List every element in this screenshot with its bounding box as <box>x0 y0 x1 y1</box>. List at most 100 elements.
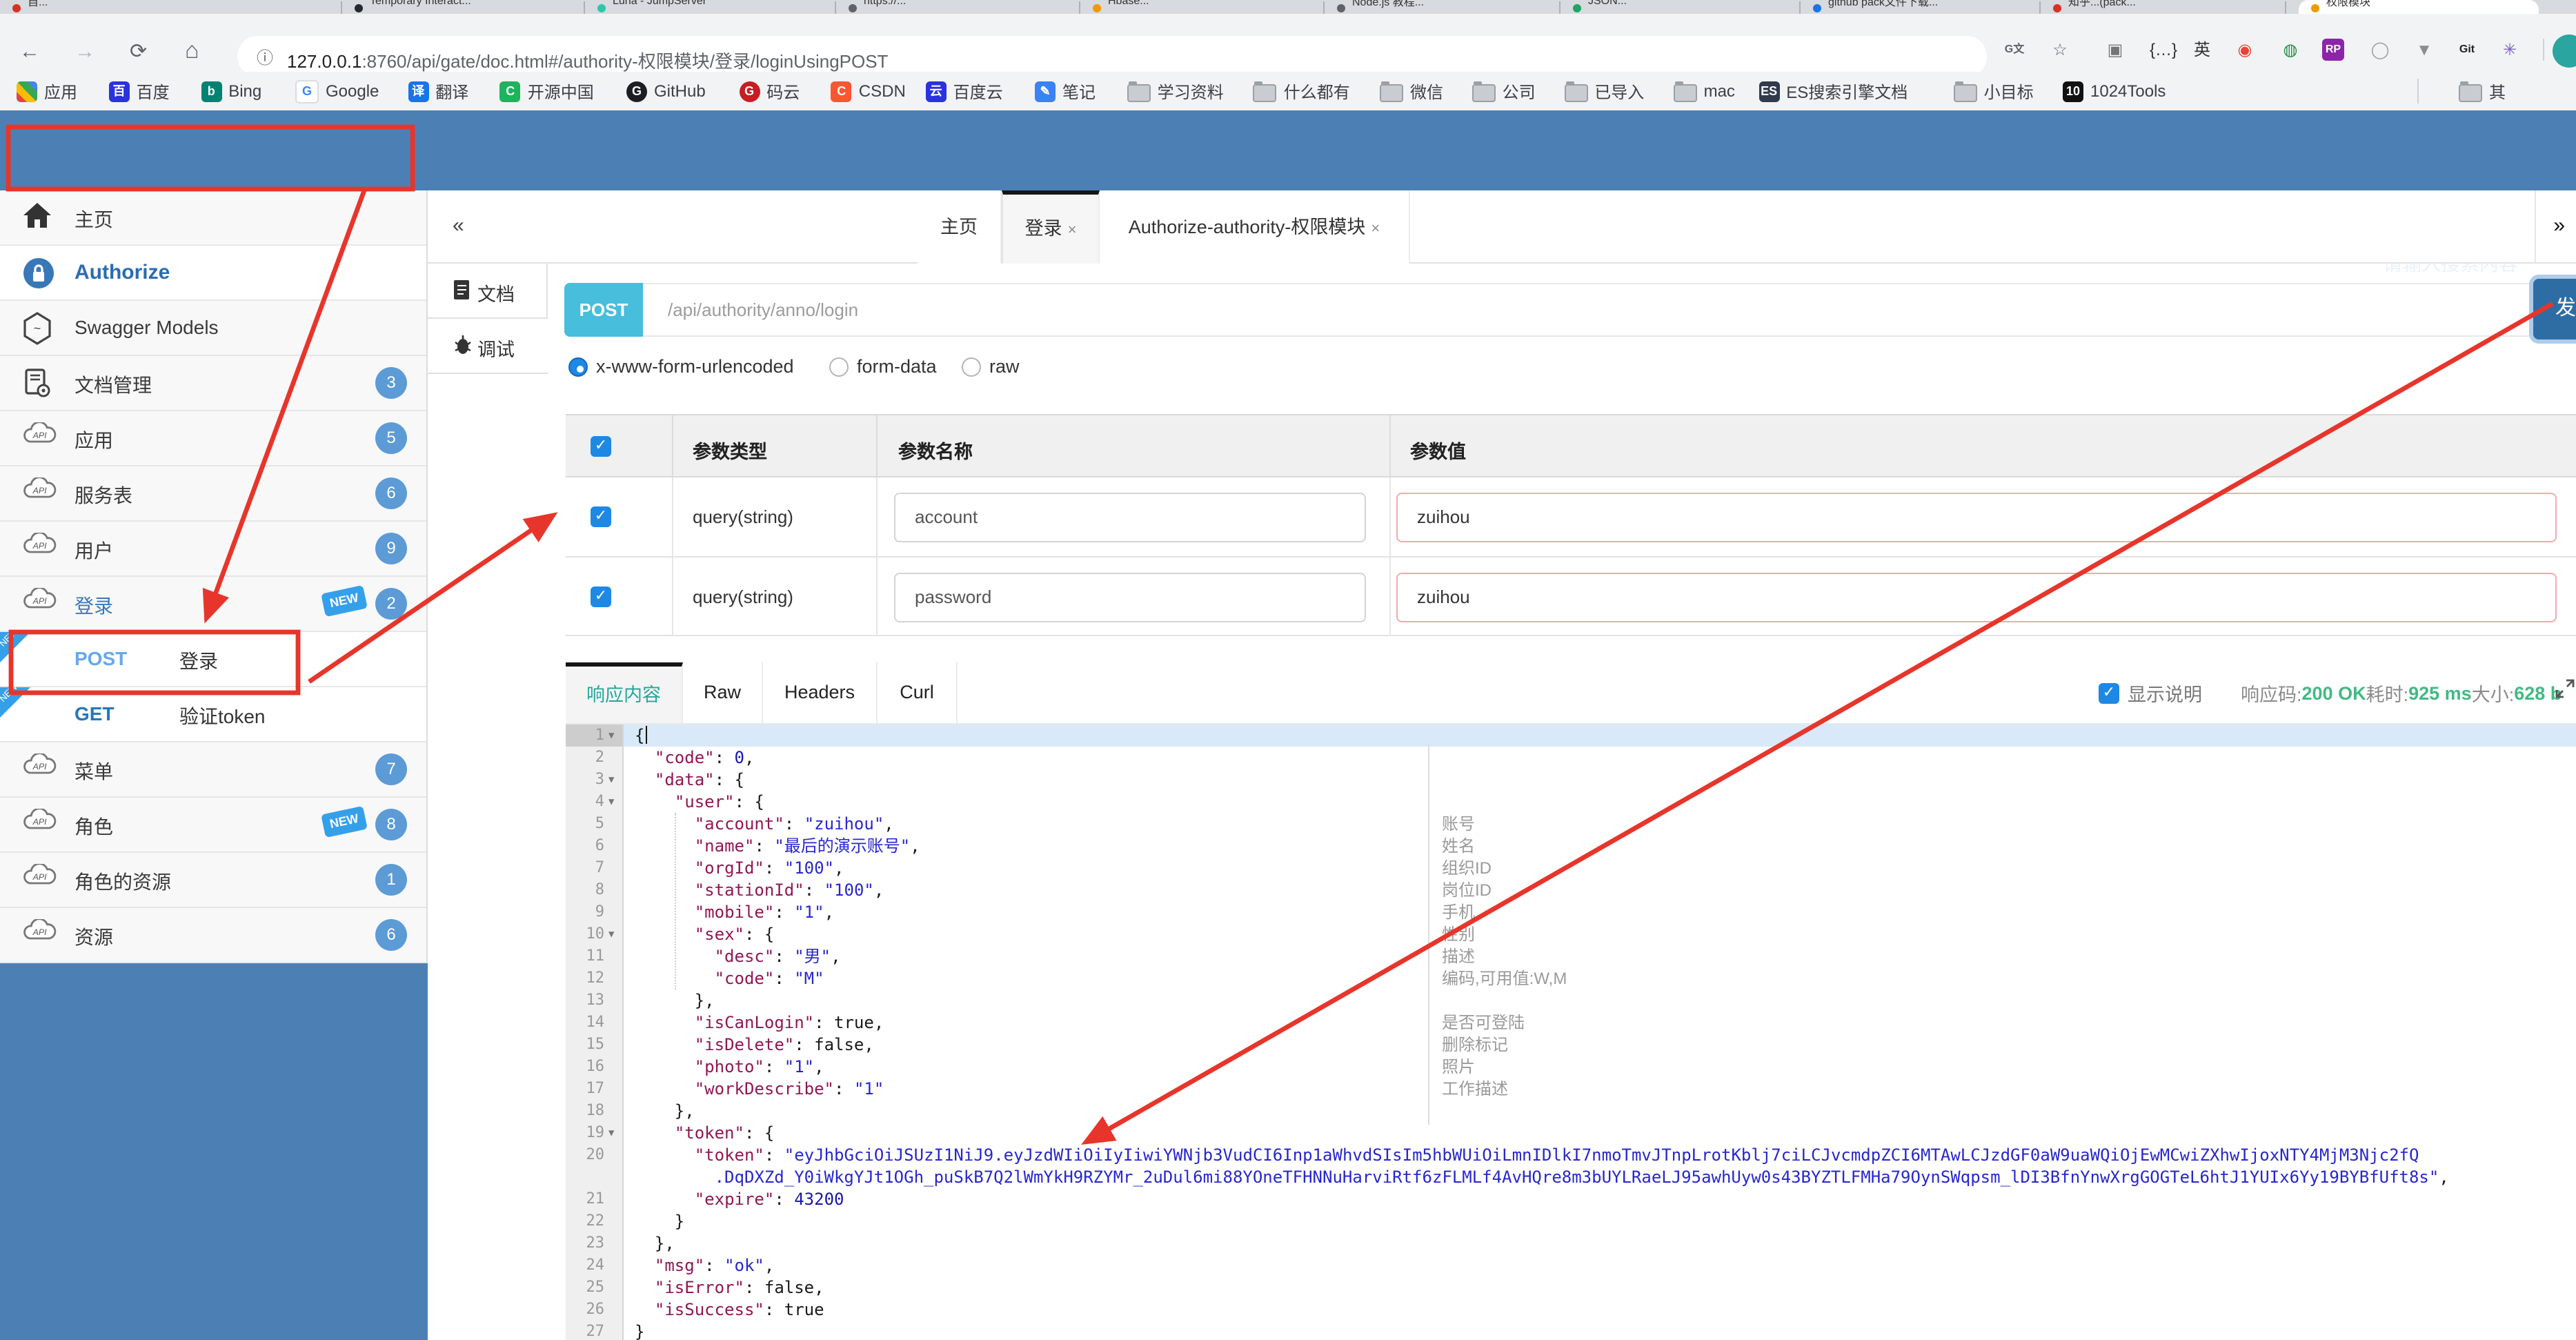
fold-toggle-icon[interactable]: ▼ <box>608 725 622 747</box>
bookmark-item[interactable]: C CSDN <box>831 79 906 104</box>
sidebar-item-角色[interactable]: API 角色 NEW 8 <box>0 798 426 853</box>
bookmark-item[interactable]: 小目标 <box>1953 79 2034 104</box>
response-tab-响应内容[interactable]: 响应内容 <box>566 662 683 723</box>
param-name-input[interactable]: password <box>894 572 1366 622</box>
home-icon[interactable]: ⌂ <box>185 39 199 62</box>
param-name-input[interactable]: account <box>894 493 1366 542</box>
fold-toggle-icon[interactable]: ▼ <box>608 769 622 791</box>
select-all-checkbox[interactable]: ✓ <box>591 436 611 457</box>
bookmark-item[interactable]: 10 1024Tools <box>2063 79 2166 104</box>
tab-close-icon[interactable]: × <box>1068 222 1077 239</box>
bookmark-star-icon[interactable]: ☆ <box>2049 39 2071 61</box>
bookmark-item[interactable]: ES ES搜索引擎文档 <box>1758 79 1908 104</box>
bookmark-item[interactable]: 应用 <box>17 79 77 104</box>
extension-ring-icon[interactable]: ◯ <box>2369 39 2391 61</box>
radio-form-data[interactable] <box>829 357 849 377</box>
browser-tab[interactable]: github pack文件下载... <box>1801 0 2041 14</box>
sidebar-item-Authorize[interactable]: Authorize <box>0 246 426 301</box>
show-desc-checkbox[interactable]: ✓ <box>2099 682 2119 703</box>
fold-toggle-icon[interactable]: ▼ <box>608 791 622 813</box>
extension-qr-icon[interactable]: ▣ <box>2104 39 2126 61</box>
browser-tab[interactable]: 自... <box>0 0 342 14</box>
endpoint-url[interactable]: /api/authority/anno/login <box>643 283 2533 337</box>
new-ribbon-icon: NEW <box>0 682 30 718</box>
row-checkbox[interactable]: ✓ <box>591 506 611 527</box>
browser-tab[interactable]: JSON... <box>1561 0 1801 14</box>
extension-m-icon[interactable]: ▼ <box>2413 39 2435 61</box>
sidebar-item-菜单[interactable]: API 菜单 7 <box>0 742 426 798</box>
site-info-icon[interactable]: ⓘ <box>257 46 273 69</box>
tab-overflow-icon[interactable]: » <box>2553 214 2565 237</box>
tab-collapse-icon[interactable]: « <box>453 214 464 237</box>
doc-tab-文档[interactable]: 文档 <box>428 264 548 319</box>
extension-json-icon[interactable]: {…} <box>2150 39 2177 61</box>
browser-tab[interactable]: Temporary Interact... <box>342 0 585 14</box>
bookmark-item[interactable]: 学习资料 <box>1127 79 1224 104</box>
bookmark-item[interactable]: 云百度云 <box>925 79 1003 104</box>
bookmark-item[interactable]: G GitHub <box>626 79 706 104</box>
sidebar-item-服务表[interactable]: API 服务表 6 <box>0 466 426 522</box>
bookmark-item[interactable]: mac <box>1673 79 1735 104</box>
send-button[interactable]: 发 <box>2533 279 2576 339</box>
translate-icon[interactable]: G文 <box>2003 39 2025 61</box>
response-tab-Curl[interactable]: Curl <box>878 662 958 723</box>
tab-登录[interactable]: 登录 × <box>1002 190 1100 264</box>
browser-tab[interactable]: Luna - JumpServer <box>585 0 836 14</box>
param-value-input[interactable]: zuihou <box>1396 572 2557 622</box>
bookmark-item[interactable]: 百百度 <box>108 79 170 104</box>
extension-pinwheel-icon[interactable]: ✳ <box>2499 39 2521 61</box>
sidebar-item-登录[interactable]: API 登录 NEW 2 <box>0 577 426 632</box>
bookmark-item[interactable]: G Google <box>295 79 379 104</box>
browser-tab[interactable]: Node.js 教程... <box>1325 0 1561 14</box>
bookmark-item[interactable]: C 开源中国 <box>499 79 594 104</box>
tab-Authorize-authority-权限模块[interactable]: Authorize-authority-权限模块 × <box>1100 190 1410 264</box>
radio-raw[interactable] <box>962 357 981 377</box>
extension-rp-icon[interactable]: RP <box>2322 39 2344 61</box>
browser-tab[interactable]: 知乎...(pack... <box>2041 0 2286 14</box>
bookmark-item[interactable]: G 码云 <box>739 79 800 104</box>
sidebar-item-Swagger Models[interactable]: ~ Swagger Models <box>0 301 426 356</box>
sidebar-item-应用[interactable]: API 应用 5 <box>0 411 426 466</box>
sidebar-item-用户[interactable]: API 用户 9 <box>0 522 426 577</box>
tab-主页[interactable]: 主页 <box>918 190 1002 264</box>
fullscreen-icon[interactable] <box>2555 679 2575 698</box>
doc-tab-调试[interactable]: 调试 <box>428 319 548 374</box>
browser-tab[interactable]: 权限模块 <box>2299 0 2539 14</box>
radio-x-www-form-urlencoded[interactable] <box>568 357 588 377</box>
response-tab-Raw[interactable]: Raw <box>683 662 763 723</box>
browser-avatar[interactable] <box>2553 35 2576 68</box>
bookmark-item[interactable]: b Bing <box>201 79 261 104</box>
browser-tab[interactable]: https://... <box>836 0 1080 14</box>
browser-tab[interactable]: Hbase... <box>1080 0 1325 14</box>
extension-gitzip-icon[interactable]: Git <box>2456 39 2478 61</box>
response-tab-Headers[interactable]: Headers <box>763 662 878 723</box>
param-value-input[interactable]: zuihou <box>1396 493 2557 542</box>
fold-toggle-icon[interactable]: ▼ <box>608 923 622 945</box>
back-icon[interactable]: ← <box>19 41 40 62</box>
extension-chrome-icon[interactable]: ◉ <box>2234 39 2256 61</box>
bookmark-item[interactable]: 已导入 <box>1564 79 1644 104</box>
bookmark-item[interactable]: ✎ 笔记 <box>1035 79 1096 104</box>
tab-favicon-icon <box>849 4 857 12</box>
sidebar-item-资源[interactable]: API 资源 6 <box>0 908 426 963</box>
field-annotation: 组织ID <box>1442 858 1492 878</box>
sidebar-item-文档管理[interactable]: 文档管理 3 <box>0 356 426 411</box>
bookmark-item[interactable]: 什么都有 <box>1253 79 1350 104</box>
bookmark-item[interactable]: 微信 <box>1380 79 1443 104</box>
bookmark-item[interactable]: 译翻译 <box>408 79 468 104</box>
sidebar-endpoint-post[interactable]: NEW POST 登录 <box>0 627 426 687</box>
address-bar[interactable]: ⓘ 127.0.0.1:8760/api/gate/doc.html#/auth… <box>237 36 1987 77</box>
bookmarks-overflow-folder[interactable]: 其 <box>2459 79 2506 104</box>
reload-icon[interactable]: ⟳ <box>130 41 147 62</box>
extension-globe-icon[interactable]: ◍ <box>2279 39 2301 61</box>
tab-close-icon[interactable]: × <box>1371 221 1380 237</box>
row-checkbox[interactable]: ✓ <box>591 586 611 607</box>
fold-toggle-icon[interactable]: ▼ <box>608 1122 622 1144</box>
sidebar-endpoint-get[interactable]: NEW GET 验证token <box>0 682 426 742</box>
sidebar-item-主页[interactable]: 主页 <box>0 190 426 246</box>
forward-icon[interactable]: → <box>75 41 95 62</box>
extension-translate-en-icon[interactable]: 英 <box>2191 39 2213 61</box>
bookmark-item[interactable]: 公司 <box>1472 79 1536 104</box>
json-line: "msg": "ok", <box>654 1256 775 1275</box>
sidebar-item-角色的资源[interactable]: API 角色的资源 1 <box>0 853 426 908</box>
